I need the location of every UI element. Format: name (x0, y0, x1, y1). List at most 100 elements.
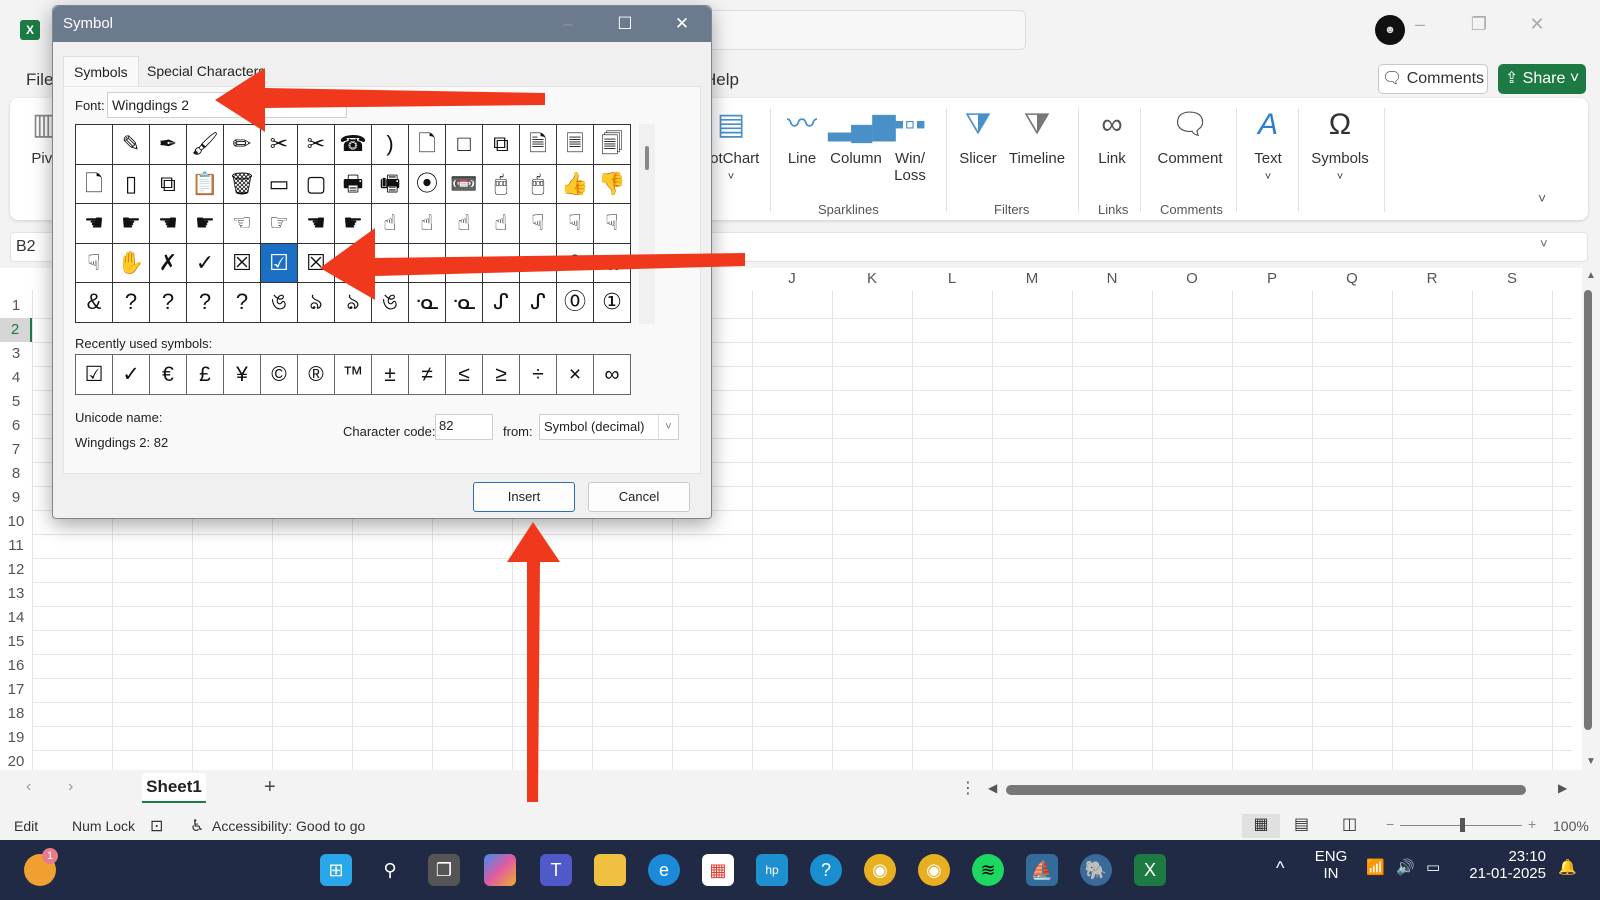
formula-expand-icon[interactable]: ˅ (1540, 236, 1548, 251)
symbol-cell[interactable] (446, 243, 483, 283)
recent-symbol-cell[interactable]: ÷ (520, 355, 557, 395)
row-header[interactable]: 1 (0, 294, 32, 318)
symbol-cell[interactable]: ᓋ (409, 283, 446, 323)
row-header[interactable]: 14 (0, 606, 32, 630)
link-button[interactable]: ∞ Link (1090, 106, 1134, 167)
help-icon[interactable]: ? (810, 854, 842, 886)
row-header[interactable]: 19 (0, 726, 32, 750)
symbol-cell[interactable] (483, 243, 520, 283)
symbol-cell[interactable]: ☝ (483, 204, 520, 244)
symbol-cell[interactable]: ঙ (261, 283, 298, 323)
row-header[interactable]: 2 (0, 318, 32, 342)
recent-symbol-cell[interactable]: ¥ (224, 355, 261, 395)
row-header[interactable]: 3 (0, 342, 32, 366)
insert-button[interactable]: Insert (473, 482, 575, 512)
symbol-cell[interactable]: ☒ (224, 243, 261, 283)
symbol-cell[interactable]: ✋ (113, 243, 150, 283)
symbol-cell[interactable]: ☛ (335, 204, 372, 244)
row-header[interactable]: 5 (0, 390, 32, 414)
symbol-cell[interactable]: ⧉ (150, 164, 187, 204)
excel-taskbar-icon[interactable]: X (1134, 854, 1166, 886)
clock[interactable]: 23:10 21-01-2025 (1462, 848, 1546, 882)
store-icon[interactable]: ▦ (702, 854, 734, 886)
symbol-cell[interactable] (335, 243, 372, 283)
cancel-button[interactable]: Cancel (588, 482, 690, 512)
row-header[interactable]: 12 (0, 558, 32, 582)
normal-view-icon[interactable]: ▦ (1242, 814, 1280, 838)
symbol-cell[interactable]: 🗎 (520, 125, 557, 165)
spotify-icon[interactable]: ≋ (972, 854, 1004, 886)
start-icon[interactable]: ⊞ (320, 854, 352, 886)
row-header[interactable]: 10 (0, 510, 32, 534)
language-indicator[interactable]: ENG IN (1314, 848, 1348, 882)
symbol-cell[interactable]: ᓋ (446, 283, 483, 323)
minimize-icon[interactable]: – (1405, 14, 1435, 35)
symbol-cell[interactable]: ঙ (372, 283, 409, 323)
symbol-cell[interactable]: ▢ (298, 164, 335, 204)
zoom-in-icon[interactable]: + (1528, 816, 1536, 832)
column-header[interactable]: Q (1312, 268, 1392, 290)
row-header[interactable]: 13 (0, 582, 32, 606)
next-sheet-icon[interactable]: › (68, 778, 73, 796)
symbol-cell[interactable]: 🗏 (557, 125, 594, 165)
symbol-cell[interactable]: 🖶 (335, 164, 372, 204)
symbol-cell[interactable]: ? (224, 283, 261, 323)
symbol-cell[interactable]: ☟ (520, 204, 557, 244)
mysql-workbench-icon[interactable]: ⛵ (1026, 854, 1058, 886)
symbol-cell[interactable]: ☟ (594, 204, 631, 244)
symbol-cell[interactable]: ঌ (335, 283, 372, 323)
row-header[interactable]: 18 (0, 702, 32, 726)
symbol-cell[interactable]: 🖱 (483, 164, 520, 204)
copilot-icon[interactable] (484, 854, 516, 886)
accessibility-icon[interactable]: ♿ (190, 816, 204, 836)
symbol-cell[interactable]: ☚ (298, 204, 335, 244)
row-header[interactable]: 11 (0, 534, 32, 558)
column-header[interactable]: P (1232, 268, 1312, 290)
symbol-cell[interactable]: 🗋 (409, 125, 446, 165)
symbol-cell-selected[interactable]: ☑ (261, 243, 298, 283)
symbol-cell[interactable]: ☛ (113, 204, 150, 244)
timeline-button[interactable]: ⧩ Timeline (1006, 106, 1068, 167)
tab-special-characters[interactable]: Special Characters (137, 56, 275, 86)
symbol-cell[interactable]: ☛ (187, 204, 224, 244)
symbol-cell[interactable]: ✒ (150, 125, 187, 165)
symbol-cell[interactable] (76, 125, 113, 165)
row-header[interactable]: 6 (0, 414, 32, 438)
search-box[interactable] (690, 10, 1026, 50)
symbol-cell[interactable]: ✂ (298, 125, 335, 165)
symbol-cell[interactable]: ☞ (261, 204, 298, 244)
symbol-cell[interactable]: ? (187, 283, 224, 323)
symbol-cell[interactable] (409, 243, 446, 283)
column-header[interactable]: S (1472, 268, 1552, 290)
symbol-cell[interactable]: □ (446, 125, 483, 165)
column-header[interactable]: K (832, 268, 912, 290)
column-header[interactable]: O (1152, 268, 1232, 290)
restore-icon[interactable]: ❐ (1464, 14, 1494, 35)
font-dropdown[interactable]: Wingdings 2 (107, 92, 347, 118)
volume-icon[interactable]: 🔊 (1396, 858, 1415, 876)
dialog-title-bar[interactable]: Symbol – ☐ ✕ (53, 6, 711, 42)
search-icon[interactable]: ⚲ (374, 854, 406, 886)
symbol-cell[interactable]: & (557, 243, 594, 283)
symbol-cell[interactable]: 👎 (594, 164, 631, 204)
row-header[interactable]: 16 (0, 654, 32, 678)
tab-symbols[interactable]: Symbols (63, 56, 139, 86)
comment-button[interactable]: 🗨 Comment (1150, 106, 1230, 167)
column-header[interactable]: L (912, 268, 992, 290)
recent-symbol-cell[interactable]: ® (298, 355, 335, 395)
chrome-profile-icon[interactable]: ◉ (918, 854, 950, 886)
dialog-close-icon[interactable]: ✕ (667, 12, 697, 36)
symbol-cell[interactable]: ▭ (261, 164, 298, 204)
recent-symbol-cell[interactable]: © (261, 355, 298, 395)
zoom-level[interactable]: 100% (1553, 818, 1589, 834)
column-header[interactable]: J (752, 268, 832, 290)
zoom-slider-thumb[interactable] (1460, 818, 1465, 832)
dialog-maximize-icon[interactable]: ☐ (610, 12, 640, 36)
symbol-cell[interactable]: 🗐 (594, 125, 631, 165)
symbol-cell[interactable]: 🗑 (224, 164, 261, 204)
recent-symbol-cell[interactable]: ≤ (446, 355, 483, 395)
teams-icon[interactable]: T (540, 854, 572, 886)
edge-icon[interactable]: e (648, 854, 680, 886)
symbol-cell[interactable]: ✓ (187, 243, 224, 283)
horizontal-scroll-thumb[interactable] (1006, 785, 1526, 795)
